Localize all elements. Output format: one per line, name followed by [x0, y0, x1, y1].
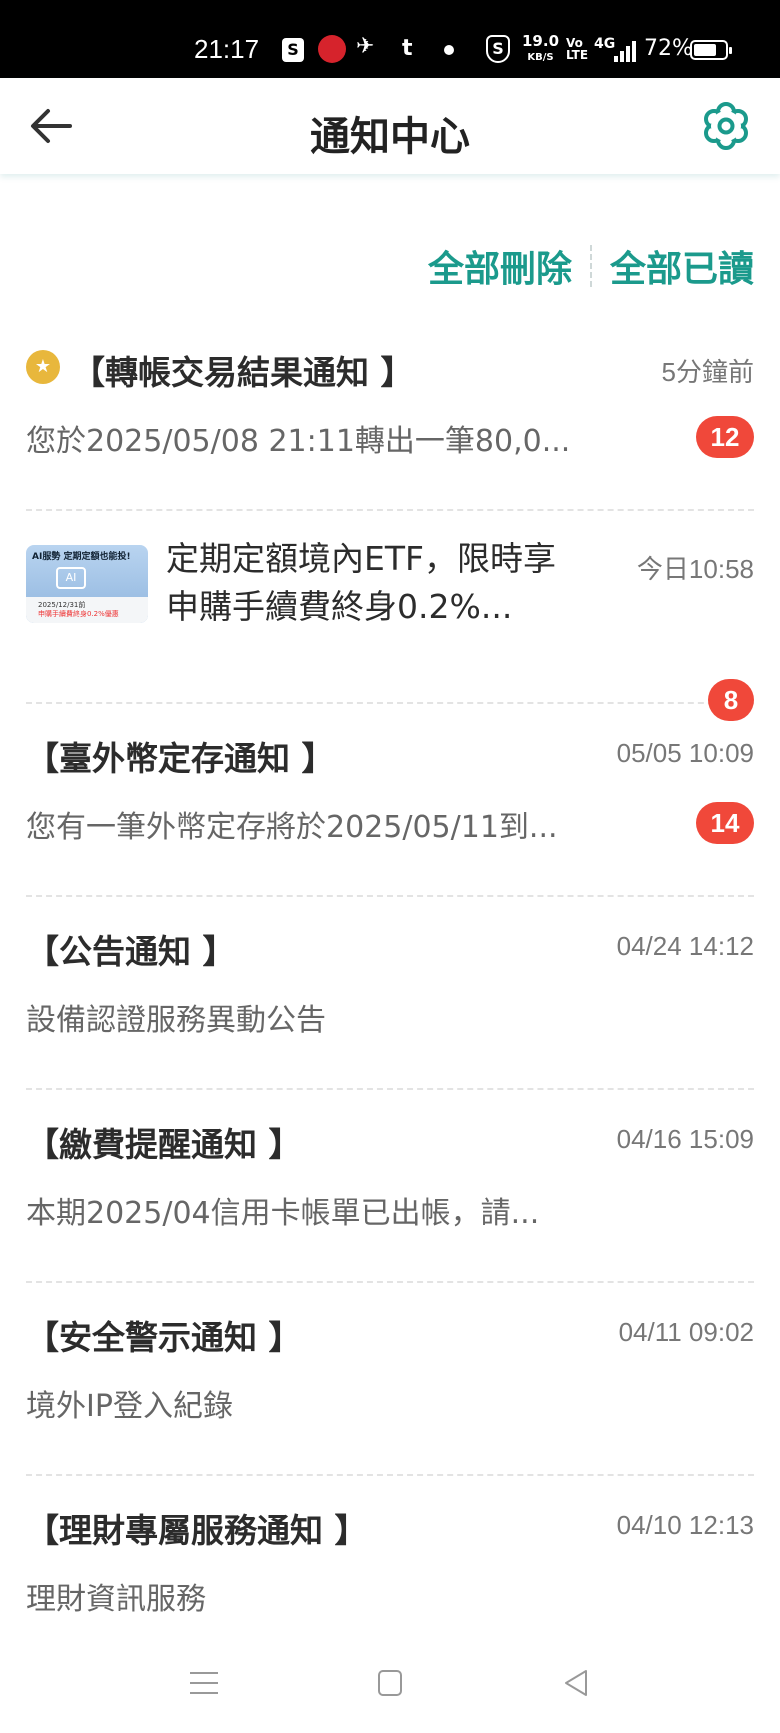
- gear-icon: [704, 102, 748, 150]
- thumb-headline: AI服勢 定期定額也能投!: [32, 552, 131, 562]
- notification-title: 【理財專屬服務通知 】: [26, 1511, 368, 1550]
- volte-bottom: LTE: [566, 48, 589, 62]
- thumb-ai-label: AI: [56, 567, 86, 589]
- notification-item[interactable]: 【臺外幣定存通知 】 05/05 10:09 您有一筆外幣定存將於2025/05…: [26, 704, 754, 897]
- notification-list: ★ 【轉帳交易結果通知 】 5分鐘前 您於2025/05/08 21:11轉出一…: [26, 318, 754, 1669]
- promo-thumbnail: AI服勢 定期定額也能投! AI 2025/12/31前 申購手續費終身0.2%…: [26, 545, 148, 623]
- notification-item[interactable]: 【安全警示通知 】 04/11 09:02 境外IP登入紀錄: [26, 1283, 754, 1476]
- system-back-button[interactable]: [562, 1668, 590, 1698]
- notification-time: 5分鐘前: [661, 357, 754, 387]
- notification-title: 【公告通知 】: [26, 932, 236, 971]
- notification-title: 定期定額境內ETF，限時享申購手續費終身0.2%...: [166, 539, 556, 626]
- app-header: 通知中心: [0, 78, 780, 174]
- shield-icon: S: [486, 35, 510, 63]
- delete-all-button[interactable]: 全部刪除: [428, 240, 572, 292]
- notification-time: 今日10:58: [636, 554, 754, 584]
- t-app-icon: t: [402, 36, 413, 61]
- notification-desc: 設備認證服務異動公告: [26, 1003, 326, 1038]
- mark-all-read-button[interactable]: 全部已讀: [610, 240, 754, 292]
- unread-badge: 14: [696, 802, 754, 844]
- action-divider: [589, 245, 592, 287]
- notification-desc: 理財資訊服務: [26, 1582, 206, 1617]
- send-icon: ✈: [356, 34, 375, 59]
- battery-percent: 72%: [644, 36, 693, 61]
- network-speed-unit: KB/S: [527, 52, 554, 63]
- thumb-offer: 申購手續費終身0.2%優惠: [38, 610, 119, 618]
- notification-time: 05/05 10:09: [616, 738, 754, 768]
- notification-title: 【臺外幣定存通知 】: [26, 739, 335, 778]
- network-speed: 19.0 KB/S: [522, 34, 559, 65]
- status-bar: 21:17 S ✈ t S 19.0 KB/S Vo LTE 4G 72%: [0, 0, 780, 78]
- notification-desc: 本期2025/04信用卡帳單已出帳，請...: [26, 1196, 540, 1231]
- notification-time: 04/24 14:12: [616, 931, 754, 961]
- volte-icon: Vo LTE: [566, 37, 588, 61]
- notification-time: 04/10 12:13: [616, 1510, 754, 1540]
- page-title: 通知中心: [310, 114, 470, 160]
- notification-desc: 境外IP登入紀錄: [26, 1389, 233, 1424]
- network-speed-value: 19.0: [522, 32, 560, 50]
- notification-title: 【安全警示通知 】: [26, 1318, 302, 1357]
- notification-item[interactable]: ★ 【轉帳交易結果通知 】 5分鐘前 您於2025/05/08 21:11轉出一…: [26, 318, 754, 511]
- notification-item[interactable]: 【繳費提醒通知 】 04/16 15:09 本期2025/04信用卡帳單已出帳，…: [26, 1090, 754, 1283]
- network-type: 4G: [594, 36, 616, 52]
- bulk-actions: 全部刪除 全部已讀: [428, 240, 754, 292]
- unread-badge: 12: [696, 416, 754, 458]
- app-notification-icon: [318, 35, 346, 63]
- notification-time: 04/11 09:02: [618, 1317, 754, 1347]
- home-button[interactable]: [378, 1670, 402, 1696]
- system-nav-bar: [0, 1640, 780, 1733]
- notification-time: 04/16 15:09: [616, 1124, 754, 1154]
- notification-item[interactable]: 【公告通知 】 04/24 14:12 設備認證服務異動公告: [26, 897, 754, 1090]
- notification-title: 【繳費提醒通知 】: [26, 1125, 302, 1164]
- recent-apps-button[interactable]: [190, 1670, 218, 1696]
- more-notifications-icon: [444, 45, 454, 55]
- notification-item[interactable]: AI服勢 定期定額也能投! AI 2025/12/31前 申購手續費終身0.2%…: [26, 511, 754, 721]
- status-time: 21:17: [194, 34, 260, 64]
- pin-icon: ★: [26, 350, 60, 384]
- shopee-icon: S: [282, 38, 304, 62]
- notification-title: 【轉帳交易結果通知 】: [72, 353, 414, 392]
- notification-desc: 您有一筆外幣定存將於2025/05/11到...: [26, 810, 558, 845]
- signal-icon: [614, 40, 638, 62]
- battery-icon: [690, 40, 732, 60]
- triangle-back-icon: [565, 1670, 587, 1696]
- settings-button[interactable]: [700, 100, 752, 152]
- notification-desc: 您於2025/05/08 21:11轉出一筆80,0...: [26, 424, 571, 459]
